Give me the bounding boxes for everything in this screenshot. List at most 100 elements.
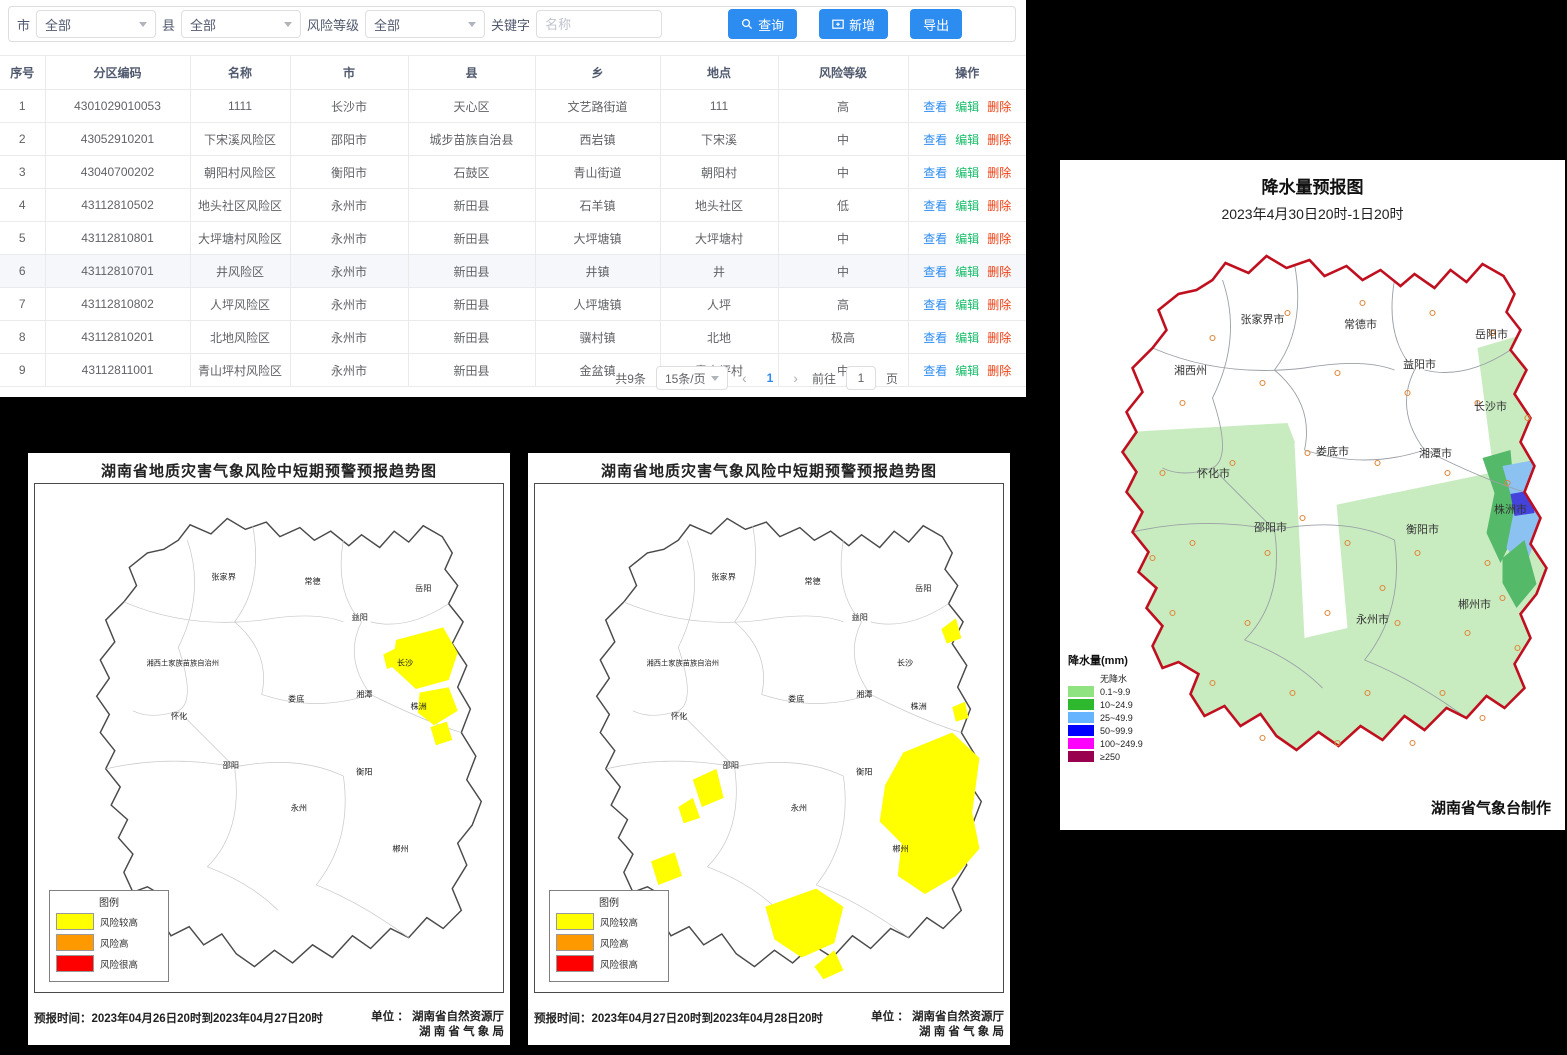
delete-link[interactable]: 删除 (987, 265, 1011, 279)
svg-text:湘西土家族苗族自治州: 湘西土家族苗族自治州 (147, 658, 220, 667)
view-link[interactable]: 查看 (923, 232, 947, 246)
trend-map-title: 湖南省地质灾害气象风险中短期预警预报趋势图 (528, 453, 1010, 481)
search-button-label: 查询 (758, 15, 784, 34)
city-select[interactable]: 全部 (36, 10, 156, 38)
svg-text:岳阳市: 岳阳市 (1475, 327, 1508, 341)
risk-area-table: 序号 分区编码 名称 市 县 乡 地点 风险等级 操作 143010290100… (0, 55, 1026, 387)
edit-link[interactable]: 编辑 (955, 265, 979, 279)
edit-link[interactable]: 编辑 (955, 364, 979, 378)
svg-text:株洲: 株洲 (911, 701, 927, 711)
delete-link[interactable]: 删除 (987, 166, 1011, 180)
svg-text:益阳市: 益阳市 (1403, 357, 1436, 371)
unit-block: 单位 ： 湖南省自然资源厅 湖 南 省 气 象 局 (871, 1010, 1004, 1039)
view-link[interactable]: 查看 (923, 364, 947, 378)
risk-level-filter-label: 风险等级 (307, 15, 359, 34)
delete-link[interactable]: 删除 (987, 133, 1011, 147)
svg-text:株洲市: 株洲市 (1494, 502, 1527, 516)
svg-text:株洲: 株洲 (411, 701, 427, 711)
chevron-down-icon (468, 22, 476, 27)
rain-map-credit: 湖南省气象台制作 (1431, 797, 1551, 818)
county-select-value: 全部 (190, 15, 216, 34)
legend-swatch-none (1068, 673, 1094, 684)
svg-text:湘潭: 湘潭 (356, 689, 372, 699)
svg-text:湘西州: 湘西州 (1174, 363, 1207, 377)
view-link[interactable]: 查看 (923, 265, 947, 279)
legend-swatch-lightgreen (1068, 686, 1094, 697)
svg-text:岳阳: 岳阳 (915, 583, 931, 593)
view-link[interactable]: 查看 (923, 133, 947, 147)
goto-label: 前往 (812, 370, 836, 387)
forecast-time: 预报时间：2023年04月27日20时到2023年04月28日20时 (534, 1010, 823, 1039)
search-button[interactable]: 查询 (728, 9, 797, 39)
svg-text:衡阳: 衡阳 (356, 766, 372, 776)
legend-swatch-yellow (56, 913, 94, 930)
col-name: 名称 (190, 56, 290, 90)
city-select-value: 全部 (45, 15, 71, 34)
svg-text:郴州: 郴州 (392, 844, 408, 853)
svg-text:长沙市: 长沙市 (1474, 399, 1507, 413)
page-size-select[interactable]: 15条/页 (656, 366, 728, 390)
legend-swatch-red (56, 955, 94, 972)
add-button-label: 新增 (849, 15, 875, 34)
export-button[interactable]: 导出 (910, 9, 962, 39)
delete-link[interactable]: 删除 (987, 232, 1011, 246)
table-row: 643112810701井风险区永州市新田县井镇井中 查看编辑删除 (0, 255, 1026, 288)
county-select[interactable]: 全部 (181, 10, 301, 38)
svg-text:邵阳: 邵阳 (723, 761, 739, 770)
view-link[interactable]: 查看 (923, 298, 947, 312)
filter-buttons: 查询 新增 导出 (728, 9, 962, 39)
edit-link[interactable]: 编辑 (955, 331, 979, 345)
keyword-input[interactable] (536, 10, 662, 38)
col-actions: 操作 (908, 56, 1026, 90)
svg-text:邵阳: 邵阳 (223, 761, 239, 770)
trend-map-frame: 张家界 常德 岳阳 湘西土家族苗族自治州 益阳 长沙 怀化 娄底 湘潭 株洲 邵… (534, 483, 1004, 993)
delete-link[interactable]: 删除 (987, 364, 1011, 378)
col-county: 县 (408, 56, 535, 90)
edit-link[interactable]: 编辑 (955, 199, 979, 213)
keyword-filter-label: 关键字 (491, 15, 530, 34)
legend-swatch-red (556, 955, 594, 972)
delete-link[interactable]: 删除 (987, 331, 1011, 345)
view-link[interactable]: 查看 (923, 166, 947, 180)
prev-page-button[interactable]: ‹ (738, 370, 751, 386)
view-link[interactable]: 查看 (923, 199, 947, 213)
svg-text:娄底: 娄底 (288, 694, 304, 704)
svg-text:衡阳: 衡阳 (856, 766, 872, 776)
view-link[interactable]: 查看 (923, 100, 947, 114)
legend-swatch-orange (56, 934, 94, 951)
svg-text:岳阳: 岳阳 (415, 583, 431, 593)
rain-map-title: 降水量预报图 (1060, 160, 1565, 198)
next-page-button[interactable]: › (789, 370, 802, 386)
filter-bar: 市 全部 县 全部 风险等级 全部 关键字 查询 新增 导出 (8, 6, 1016, 42)
current-page[interactable]: 1 (761, 371, 780, 385)
goto-page-input[interactable] (846, 366, 876, 390)
svg-text:湘西土家族苗族自治州: 湘西土家族苗族自治州 (647, 658, 720, 667)
edit-link[interactable]: 编辑 (955, 100, 979, 114)
svg-text:怀化: 怀化 (171, 711, 187, 721)
risk-level-select[interactable]: 全部 (365, 10, 485, 38)
col-place: 地点 (660, 56, 778, 90)
add-button[interactable]: 新增 (819, 9, 888, 39)
delete-link[interactable]: 删除 (987, 199, 1011, 213)
svg-text:常德: 常德 (804, 576, 820, 586)
edit-link[interactable]: 编辑 (955, 133, 979, 147)
legend-swatch-magenta (1068, 738, 1094, 749)
svg-text:常德市: 常德市 (1344, 317, 1377, 331)
delete-link[interactable]: 删除 (987, 298, 1011, 312)
folder-add-icon (832, 18, 844, 30)
trend-map-footer: 预报时间：2023年04月27日20时到2023年04月28日20时 单位 ： … (534, 1010, 1004, 1039)
delete-link[interactable]: 删除 (987, 100, 1011, 114)
edit-link[interactable]: 编辑 (955, 232, 979, 246)
export-button-label: 导出 (923, 15, 949, 34)
svg-text:衡阳市: 衡阳市 (1406, 522, 1439, 536)
view-link[interactable]: 查看 (923, 331, 947, 345)
edit-link[interactable]: 编辑 (955, 298, 979, 312)
svg-text:郴州市: 郴州市 (1458, 597, 1491, 611)
edit-link[interactable]: 编辑 (955, 166, 979, 180)
svg-text:永州: 永州 (791, 803, 807, 813)
table-row: 843112810201北地风险区永州市新田县骥村镇北地极高 查看编辑删除 (0, 321, 1026, 354)
svg-text:长沙: 长沙 (897, 657, 913, 667)
svg-text:湘潭: 湘潭 (856, 689, 872, 699)
svg-text:郴州: 郴州 (892, 844, 908, 853)
page-unit-label: 页 (886, 370, 898, 387)
